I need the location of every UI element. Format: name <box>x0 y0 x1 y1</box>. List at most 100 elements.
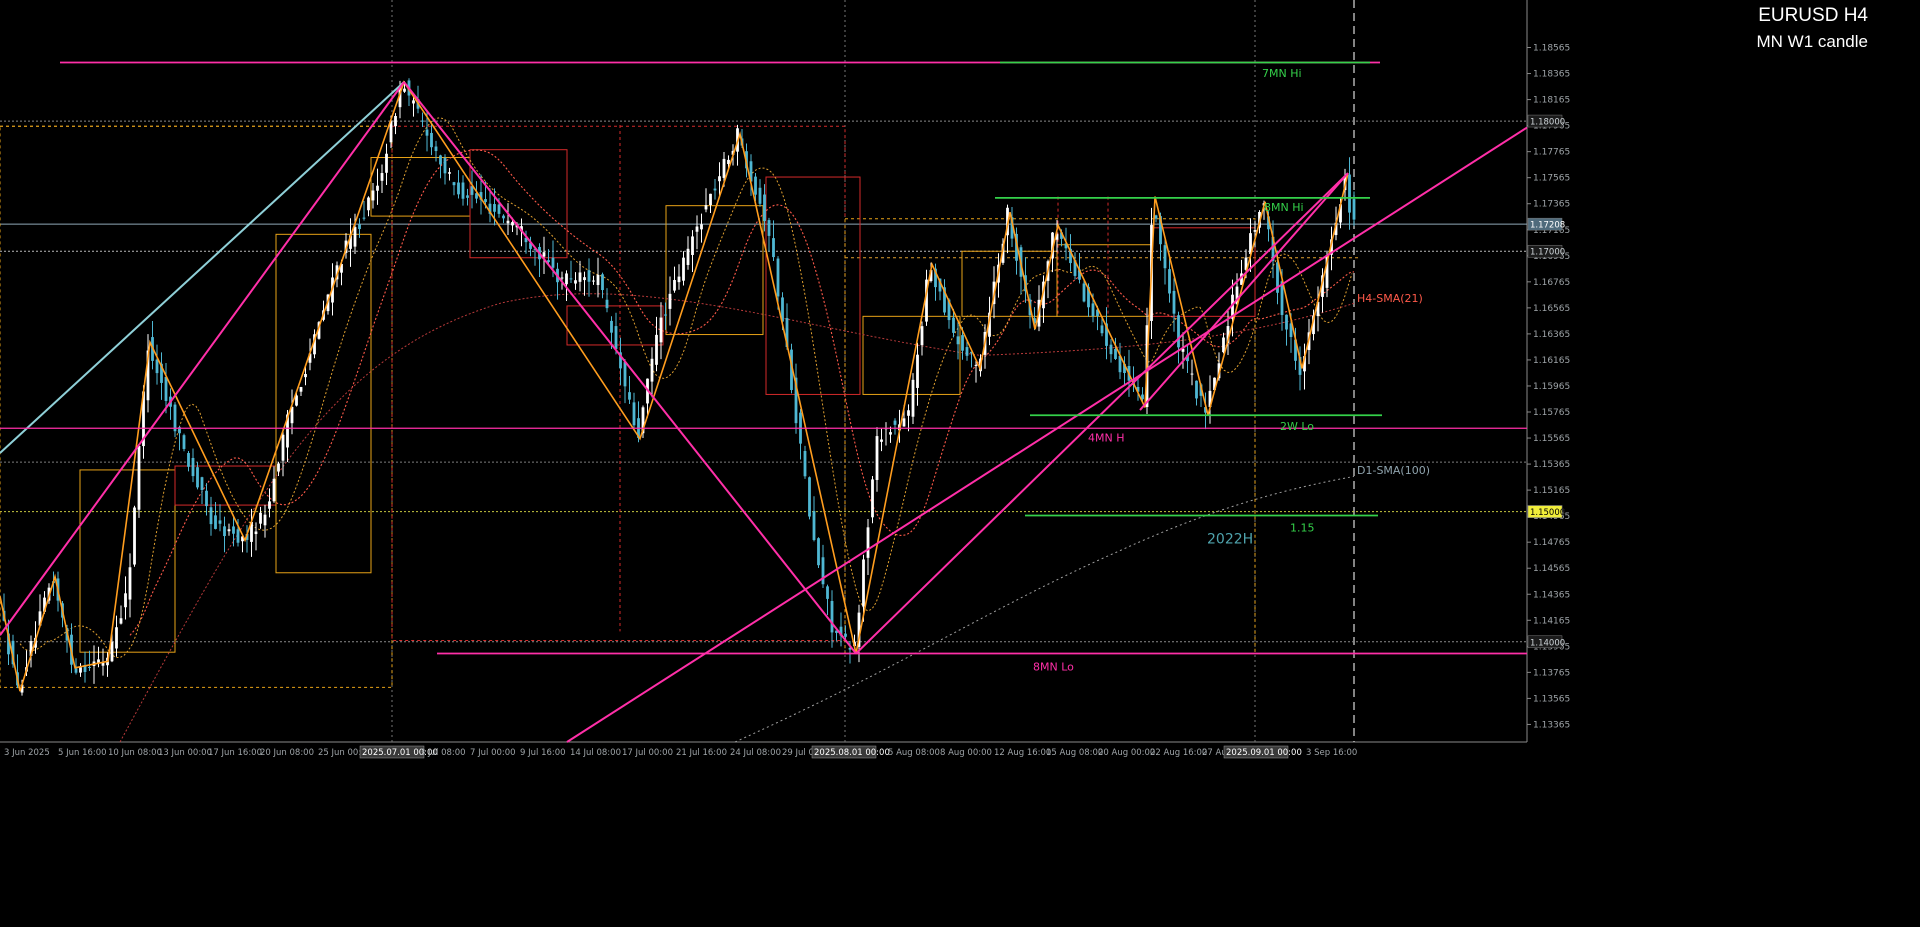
chart-window[interactable]: 7MN Hi 8MN Hi 2W Lo 4MN H 1.15 8MN Lo 2022H D1-… <box>0 0 1920 923</box>
price-box-label: 1.14000 <box>1530 638 1565 648</box>
candle-body <box>691 236 694 255</box>
candle-body <box>497 204 501 214</box>
candle-body <box>574 280 577 284</box>
candle-body <box>304 374 307 378</box>
candle-body <box>205 490 208 507</box>
candle-body <box>394 116 397 127</box>
x-tick-label: 2025.08.01 00:00 <box>814 748 890 758</box>
candle-body <box>812 511 816 540</box>
candle-body <box>1352 199 1356 220</box>
candle-body <box>758 187 762 204</box>
candle-body <box>772 238 775 258</box>
candle-body <box>664 314 667 316</box>
candle-body <box>133 507 136 565</box>
candle-body <box>547 260 550 263</box>
candle-body <box>592 280 595 282</box>
candle-body <box>119 618 123 624</box>
candle-body <box>767 220 771 236</box>
x-tick-label: 3 Jun 2025 <box>4 748 50 758</box>
candle-body <box>659 317 663 343</box>
x-tick-label: 20 Aug 00:00 <box>1098 748 1155 758</box>
candle-body <box>187 453 190 467</box>
y-tick-label: 1.15965 <box>1533 382 1570 392</box>
candle-body <box>155 359 159 374</box>
candle-body <box>1100 325 1104 334</box>
candle-body <box>124 593 127 608</box>
candle-body <box>871 479 874 518</box>
candle-body <box>632 402 636 426</box>
candle-body <box>227 529 231 532</box>
y-tick-label: 1.17565 <box>1533 174 1570 184</box>
candle-body <box>565 273 568 285</box>
x-tick-label: 3 Sep 16:00 <box>1306 748 1357 758</box>
candle-body <box>263 514 267 526</box>
candle-body <box>844 633 847 637</box>
candle-body <box>623 362 627 387</box>
candle-body <box>1114 348 1117 359</box>
candle-body <box>718 176 721 182</box>
candle-body <box>430 132 433 148</box>
candle-body <box>1177 315 1180 348</box>
time-axis[interactable]: 3 Jun 2025 5 Jun 16:00 10 Jun 08:0013 Jun … <box>4 745 1357 759</box>
candle-body <box>182 435 186 449</box>
candle-body <box>376 185 379 191</box>
candle-body <box>1091 303 1095 317</box>
candle-body <box>281 434 285 461</box>
candle-body <box>893 420 897 425</box>
candle-body <box>682 257 685 281</box>
candle-body <box>821 557 825 585</box>
candle-body <box>137 446 141 510</box>
x-tick-label: 24 Jul 08:00 <box>730 748 781 758</box>
candle-body <box>236 529 240 543</box>
candle-body <box>628 392 631 400</box>
y-tick-label: 1.17765 <box>1533 148 1570 158</box>
price-box-label: 1.17208 <box>1530 221 1565 231</box>
candle-body <box>911 379 915 417</box>
annotation-d1-sma: D1-SMA(100) <box>1357 464 1430 477</box>
candle-body <box>1168 269 1171 294</box>
candle-body <box>74 668 78 673</box>
candle-body <box>875 436 879 480</box>
candle-body <box>907 410 910 416</box>
candle-body <box>403 88 406 92</box>
candle-body <box>808 477 811 517</box>
candle-body <box>974 364 978 366</box>
candle-body <box>448 172 451 174</box>
candle-body <box>1172 290 1176 314</box>
candle-body <box>1195 380 1198 399</box>
y-tick-label: 1.16765 <box>1533 278 1570 288</box>
y-tick-label: 1.14165 <box>1533 616 1570 626</box>
candle-body <box>128 567 132 600</box>
candle-body <box>223 526 226 537</box>
level-label: 4MN H <box>1088 431 1125 444</box>
candle-body <box>1154 215 1158 219</box>
candle-body <box>601 274 604 291</box>
x-tick-label: 10 Jun 08:00 <box>108 748 162 758</box>
candle-body <box>686 248 690 265</box>
annotation-2022h: 2022H <box>1207 531 1253 547</box>
candle-body <box>700 224 703 230</box>
candle-body <box>610 320 613 333</box>
candle-body <box>452 182 456 186</box>
candle-body <box>493 204 496 212</box>
candle-body <box>277 463 280 472</box>
candle-body <box>254 531 258 535</box>
level-label: 1.15 <box>1290 521 1315 534</box>
candle-body <box>511 222 514 226</box>
candle-body <box>1163 245 1167 269</box>
y-tick-label: 1.18565 <box>1533 44 1570 54</box>
candle-body <box>727 159 730 165</box>
y-tick-label: 1.13565 <box>1533 694 1570 704</box>
candle-body <box>115 627 118 649</box>
level-label: 7MN Hi <box>1262 67 1302 80</box>
candle-body <box>191 457 195 477</box>
price-chart[interactable]: 7MN Hi 8MN Hi 2W Lo 4MN H 1.15 8MN Lo 2022H D1-… <box>0 0 1920 923</box>
level-label: 8MN Hi <box>1264 201 1304 214</box>
candle-body <box>101 663 105 666</box>
candle-body <box>466 195 469 198</box>
candle-body <box>412 100 415 104</box>
candle-body <box>209 507 213 525</box>
x-tick-label: 2025.09.01 00:00 <box>1226 748 1302 758</box>
candle-body <box>367 197 370 211</box>
candle-body <box>587 270 591 282</box>
